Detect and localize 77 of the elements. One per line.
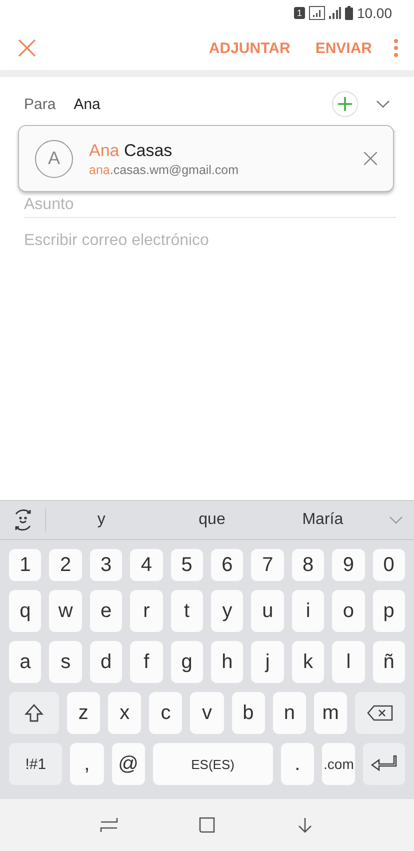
word-suggestion[interactable]: María [267,510,378,530]
keyboard-key[interactable]: b [232,692,265,734]
keyboard-key[interactable]: g [170,641,204,683]
keyboard-key[interactable]: 0 [372,549,406,581]
keyboard-key[interactable]: .com [322,743,356,785]
close-button[interactable] [18,39,36,57]
keyboard-key[interactable]: h [211,641,244,683]
close-icon [364,152,377,165]
keyboard-key[interactable]: u [251,590,284,632]
contact-name: Ana Casas [89,140,174,160]
keyboard-key[interactable]: s [49,641,82,683]
keyboard-key[interactable]: i [292,590,324,632]
keyboard-key[interactable]: f [130,641,163,683]
chevron-down-icon [389,516,404,524]
word-suggestion[interactable]: que [156,510,268,530]
keyboard-key[interactable]: 7 [251,549,284,581]
recipient-input[interactable]: Ana [74,96,332,112]
keyboard-key[interactable]: 2 [49,549,82,581]
space-key[interactable]: ES(ES) [152,743,273,785]
keyboard-key[interactable]: 8 [292,549,324,581]
keyboard-key[interactable]: d [90,641,122,683]
clock-time: 10.00 [356,5,392,21]
shift-icon [24,703,44,723]
keyboard-key[interactable]: ñ [372,641,406,683]
keyboard-key[interactable]: c [149,692,182,734]
backspace-icon [367,705,394,721]
dismiss-button[interactable] [364,152,377,165]
plus-icon [338,97,352,111]
keyboard-key[interactable]: 5 [170,549,204,581]
keyboard-key[interactable]: m [314,692,348,734]
chevron-down-icon [376,100,390,108]
keyboard-key[interactable]: q [9,590,42,632]
keyboard-key[interactable]: k [292,641,324,683]
keyboard-key[interactable]: y [211,590,244,632]
keyboard-key[interactable]: @ [112,743,145,785]
backspace-key[interactable] [355,692,406,734]
keyboard-key[interactable]: j [251,641,284,683]
signal-icon [328,6,341,20]
keyboard-key[interactable]: l [332,641,365,683]
keyboard-key[interactable]: p [372,590,406,632]
keyboard-key[interactable]: r [130,590,163,632]
keyboard-key[interactable]: 4 [130,549,163,581]
contact-email: ana.casas.wm@gmail.com [89,162,240,176]
shift-key[interactable] [9,692,59,734]
keyboard-key[interactable]: , [70,743,104,785]
keyboard-key[interactable]: z [66,692,100,734]
keyboard-key[interactable]: t [170,590,204,632]
recent-apps-icon[interactable] [100,817,118,833]
keyboard-key[interactable]: 6 [211,549,244,581]
keyboard-key[interactable]: o [332,590,365,632]
to-label: Para [24,96,56,112]
more-icon [394,39,398,57]
close-icon [18,39,36,57]
keyboard-key[interactable]: a [9,641,42,683]
signal-icon [308,6,325,20]
add-contact-button[interactable] [332,91,358,117]
expand-button[interactable] [376,100,390,108]
home-icon[interactable] [198,817,215,833]
keyboard-key[interactable]: 3 [90,549,122,581]
keyboard-key[interactable]: e [90,590,122,632]
keyboard-key[interactable]: x [108,692,142,734]
word-suggestion[interactable]: y [46,510,157,530]
enter-icon [370,755,398,773]
contact-suggestion-menu[interactable]: A Ana Casas ana.casas.wm@gmail.com [18,125,394,192]
keyboard-key[interactable]: 1 [9,549,42,581]
keyboard-key[interactable]: n [272,692,306,734]
battery-icon [344,6,353,20]
more-options-button[interactable] [394,39,398,57]
keyboard-key[interactable]: v [190,692,224,734]
keyboard-key[interactable]: . [280,743,314,785]
sim-indicator: 1 [294,7,305,19]
keyboard-key[interactable]: w [49,590,82,632]
back-icon[interactable] [296,817,314,833]
keyboard-key[interactable]: 9 [332,549,365,581]
enter-key[interactable] [363,743,405,785]
symbols-key[interactable]: !#1 [9,743,62,785]
contact-avatar: A [35,140,73,178]
